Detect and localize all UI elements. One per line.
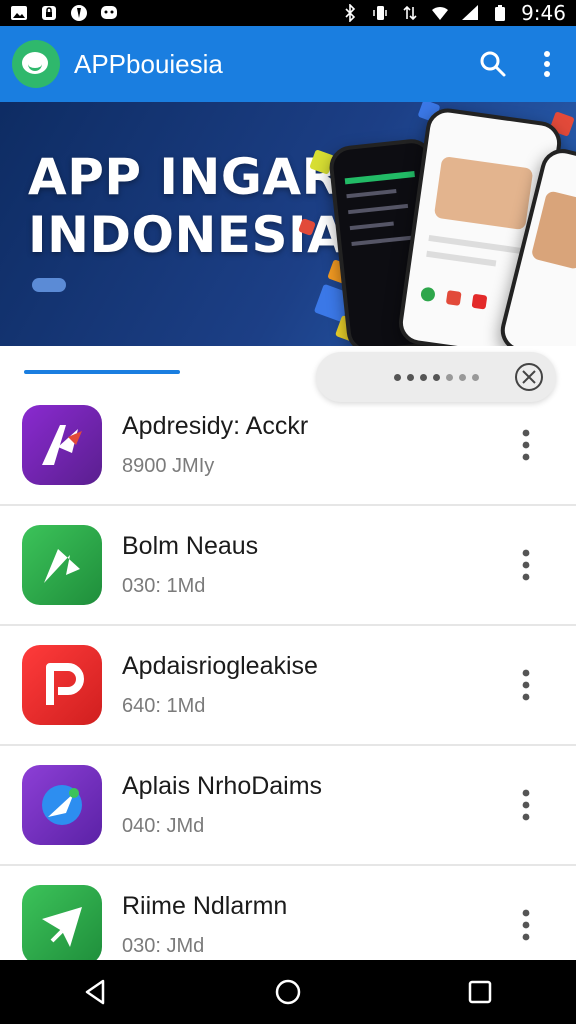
more-vert-icon[interactable]	[506, 415, 546, 475]
home-icon[interactable]	[273, 977, 303, 1007]
more-vert-icon[interactable]	[506, 775, 546, 835]
more-vert-icon[interactable]	[542, 49, 552, 79]
banner-title-line1: APP INGAR	[28, 148, 341, 206]
app-name: Riime Ndlarmn	[122, 892, 288, 920]
app-meta: 030: 1Md	[122, 575, 206, 597]
list-item[interactable]: Aplais NrhoDaims 040: JMd	[0, 746, 576, 866]
recents-icon[interactable]	[465, 977, 495, 1007]
app-icon	[22, 525, 102, 605]
app-list-sheet: Apdresidy: Acckr 8900 JMIy Bolm Neaus 03…	[0, 346, 576, 960]
banner[interactable]: APP INGAR INDONESIA	[0, 102, 576, 346]
list-item[interactable]: Bolm Neaus 030: 1Md	[0, 506, 576, 626]
app-icon	[22, 765, 102, 845]
list-item-text: Bolm Neaus 030: 1Md	[122, 532, 506, 598]
banner-indicator	[32, 278, 66, 292]
list-item[interactable]: Apdresidy: Acckr 8900 JMIy	[0, 386, 576, 506]
list-item-text: Aplais NrhoDaims 040: JMd	[122, 772, 506, 838]
list-item-text: Apdaisriogleakise 640: 1Md	[122, 652, 506, 718]
navigation-bar	[0, 960, 576, 1024]
app-name: Aplais NrhoDaims	[122, 772, 323, 800]
battery-icon	[495, 5, 506, 21]
app-actions	[478, 49, 552, 79]
status-bar: 9:46	[0, 0, 576, 26]
app-meta: 8900 JMIy	[122, 455, 215, 477]
signal-icon	[462, 5, 479, 20]
list-item[interactable]: Apdaisriogleakise 640: 1Md	[0, 626, 576, 746]
app-meta: 040: JMd	[122, 815, 205, 837]
back-icon[interactable]	[81, 977, 111, 1007]
data-icon	[403, 5, 417, 21]
vibrate-icon	[373, 6, 387, 20]
search-icon[interactable]	[478, 49, 508, 79]
more-vert-icon[interactable]	[506, 895, 546, 955]
image-icon	[11, 6, 27, 20]
more-vert-icon[interactable]	[506, 655, 546, 715]
app-icon	[22, 885, 102, 960]
app-meta: 640: 1Md	[122, 695, 206, 717]
status-left	[10, 4, 118, 22]
wifi-icon	[432, 6, 449, 20]
app-name: Apdresidy: Acckr	[122, 412, 309, 440]
app-bar: APPbouiesia	[0, 26, 576, 102]
app-name: Apdaisriogleakise	[122, 652, 318, 680]
status-right: 9:46	[341, 1, 566, 25]
app-meta: 030: JMd	[122, 935, 205, 957]
banner-title: APP INGAR INDONESIA	[28, 148, 346, 264]
banner-title-line2: INDONESIA	[28, 206, 347, 264]
app-title: APPbouiesia	[74, 48, 223, 79]
app-logo	[12, 40, 60, 88]
shield-icon	[71, 5, 87, 21]
app-icon	[22, 405, 102, 485]
app-list: Apdresidy: Acckr 8900 JMIy Bolm Neaus 03…	[0, 386, 576, 960]
loading-dots	[394, 374, 479, 381]
chat-icon	[101, 6, 117, 19]
clock: 9:46	[521, 1, 566, 25]
bluetooth-icon	[345, 4, 356, 22]
list-item-text: Apdresidy: Acckr 8900 JMIy	[122, 412, 506, 478]
app-icon	[22, 645, 102, 725]
list-item[interactable]: Riime Ndlarmn 030: JMd	[0, 866, 576, 960]
list-item-text: Riime Ndlarmn 030: JMd	[122, 892, 506, 958]
tab-indicator	[24, 370, 180, 374]
app-name: Bolm Neaus	[122, 532, 259, 560]
more-vert-icon[interactable]	[506, 535, 546, 595]
lock-icon	[42, 6, 56, 20]
